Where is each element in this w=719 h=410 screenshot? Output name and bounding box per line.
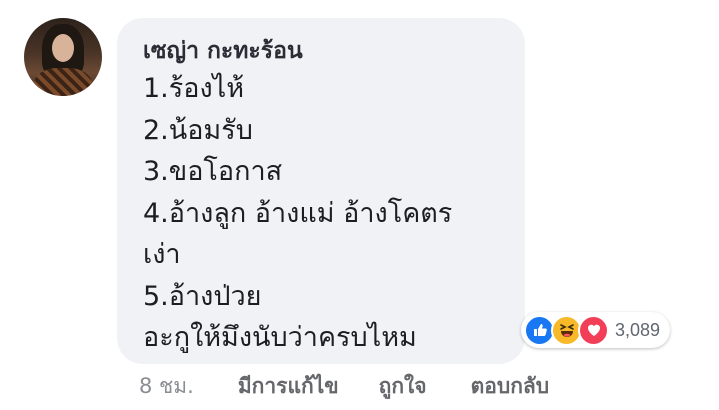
edited-label[interactable]: มีการแก้ไข (238, 370, 339, 403)
comment-line: 1.ร้องไห้ (143, 73, 245, 104)
avatar-face (52, 34, 74, 62)
comment-text: 1.ร้องไห้ 2.น้อมรับ 3.ขอโอกาส 4.อ้างลูก … (143, 68, 499, 359)
comment-line: 5.อ้างป่วย (143, 280, 262, 312)
reactions-summary[interactable]: 3,089 (521, 312, 671, 348)
avatar[interactable] (24, 18, 102, 96)
comment-timestamp[interactable]: 8 ชม. (139, 370, 194, 403)
comment-line: เง่า (143, 239, 181, 270)
comment-line: 2.น้อมรับ (143, 114, 253, 146)
like-button[interactable]: ถูกใจ (379, 370, 427, 403)
love-icon (578, 314, 609, 346)
reply-button[interactable]: ตอบกลับ (471, 370, 550, 403)
comment-bubble: เซญ่า กะทะร้อน 1.ร้องไห้ 2.น้อมรับ 3.ขอโ… (117, 18, 525, 364)
comment-line: อะกูให้มึงนับว่าครบไหม (143, 322, 417, 353)
comment-author-name[interactable]: เซญ่า กะทะร้อน (143, 36, 499, 66)
reaction-count: 3,089 (615, 319, 661, 340)
comment-line: 4.อ้างลูก อ้างแม่ อ้างโคตร (143, 197, 453, 229)
avatar-clothing (34, 68, 92, 96)
comment-meta: 8 ชม. มีการแก้ไข ถูกใจ ตอบกลับ (139, 370, 549, 403)
comment-line: 3.ขอโอกาส (143, 156, 283, 187)
